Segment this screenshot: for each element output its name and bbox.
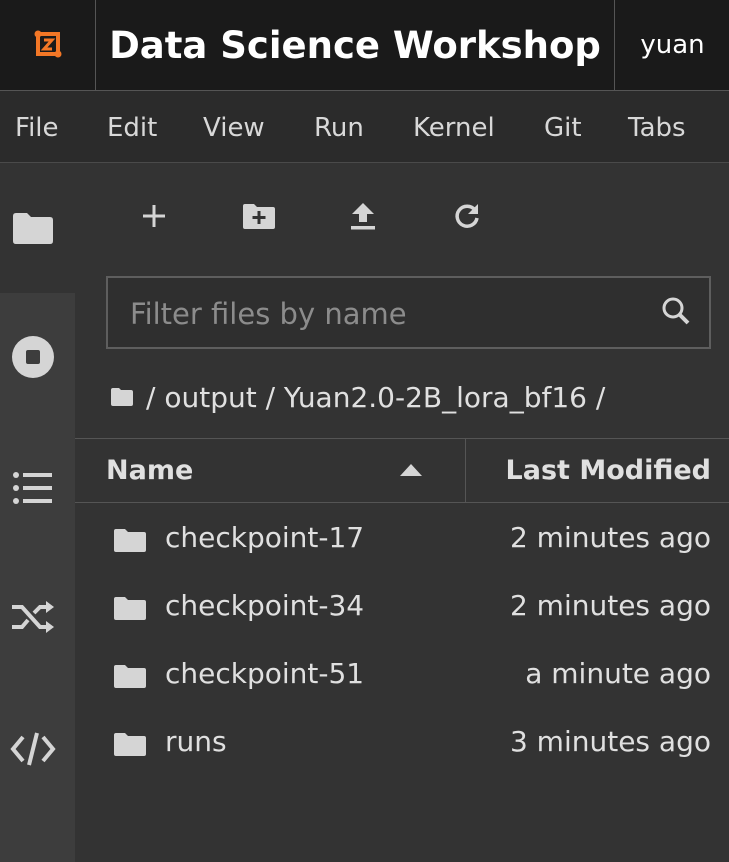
home-folder-icon[interactable] xyxy=(110,387,134,407)
new-launcher-button[interactable] xyxy=(134,196,174,236)
folder-icon xyxy=(13,213,53,244)
folder-icon xyxy=(114,597,146,620)
file-modified: 2 minutes ago xyxy=(509,521,711,554)
menu-file[interactable]: File xyxy=(15,113,59,143)
file-modified: a minute ago xyxy=(525,657,711,690)
file-list-header: Name Last Modified xyxy=(75,438,729,503)
refresh-icon xyxy=(455,204,479,228)
top-bar: Data Science Workshop yuan xyxy=(0,0,729,90)
left-sidebar xyxy=(0,163,75,862)
folder-icon xyxy=(114,665,146,688)
file-name: checkpoint-17 xyxy=(165,521,365,554)
folder-icon xyxy=(114,733,146,756)
search-icon xyxy=(661,296,691,330)
column-name[interactable]: Name xyxy=(106,455,193,486)
stop-circle-icon xyxy=(12,336,54,378)
file-browser-panel: / output / Yuan2.0-2B_lora_bf16 / Name L… xyxy=(75,163,729,862)
file-row[interactable]: checkpoint-34 2 minutes ago xyxy=(75,573,729,641)
file-browser-tab[interactable] xyxy=(10,205,56,251)
new-launcher-icon xyxy=(143,205,165,227)
user-menu[interactable]: yuan xyxy=(614,0,729,90)
file-row[interactable]: checkpoint-51 a minute ago xyxy=(75,641,729,709)
new-folder-icon xyxy=(243,204,275,229)
file-name: checkpoint-34 xyxy=(165,589,365,622)
shuffle-icon xyxy=(12,601,54,633)
breadcrumb: / output / Yuan2.0-2B_lora_bf16 / xyxy=(110,378,605,416)
file-row[interactable]: checkpoint-17 2 minutes ago xyxy=(75,505,729,573)
column-divider[interactable] xyxy=(465,439,466,502)
table-of-contents-tab[interactable] xyxy=(10,465,56,511)
menu-bar: File Edit View Run Kernel Git Tabs xyxy=(0,90,729,163)
folder-icon xyxy=(114,529,146,552)
git-tab[interactable] xyxy=(10,594,56,640)
extensions-code-tab[interactable] xyxy=(10,726,56,772)
menu-kernel[interactable]: Kernel xyxy=(413,113,495,143)
breadcrumb-path[interactable]: / output / Yuan2.0-2B_lora_bf16 / xyxy=(146,381,605,414)
app-title: Data Science Workshop xyxy=(109,23,601,67)
code-icon xyxy=(10,732,56,766)
filter-input[interactable] xyxy=(108,278,672,349)
jupyter-logo-icon xyxy=(34,30,61,58)
menu-view[interactable]: View xyxy=(203,113,265,143)
file-name: checkpoint-51 xyxy=(165,657,365,690)
file-modified: 2 minutes ago xyxy=(509,589,711,622)
app-logo[interactable] xyxy=(0,0,96,90)
file-row[interactable]: runs 3 minutes ago xyxy=(75,709,729,777)
menu-run[interactable]: Run xyxy=(314,113,364,143)
column-last-modified[interactable]: Last Modified xyxy=(506,455,711,486)
sort-ascending-icon xyxy=(400,464,422,476)
new-folder-button[interactable] xyxy=(239,196,279,236)
file-name: runs xyxy=(165,725,227,758)
menu-edit[interactable]: Edit xyxy=(107,113,157,143)
upload-button[interactable] xyxy=(343,196,383,236)
filter-box xyxy=(106,276,711,349)
running-sessions-tab[interactable] xyxy=(10,334,56,380)
menu-tabs[interactable]: Tabs xyxy=(628,113,686,143)
refresh-button[interactable] xyxy=(447,196,487,236)
list-icon xyxy=(13,472,52,504)
file-modified: 3 minutes ago xyxy=(509,725,711,758)
menu-git[interactable]: Git xyxy=(544,113,582,143)
upload-icon xyxy=(351,203,375,230)
